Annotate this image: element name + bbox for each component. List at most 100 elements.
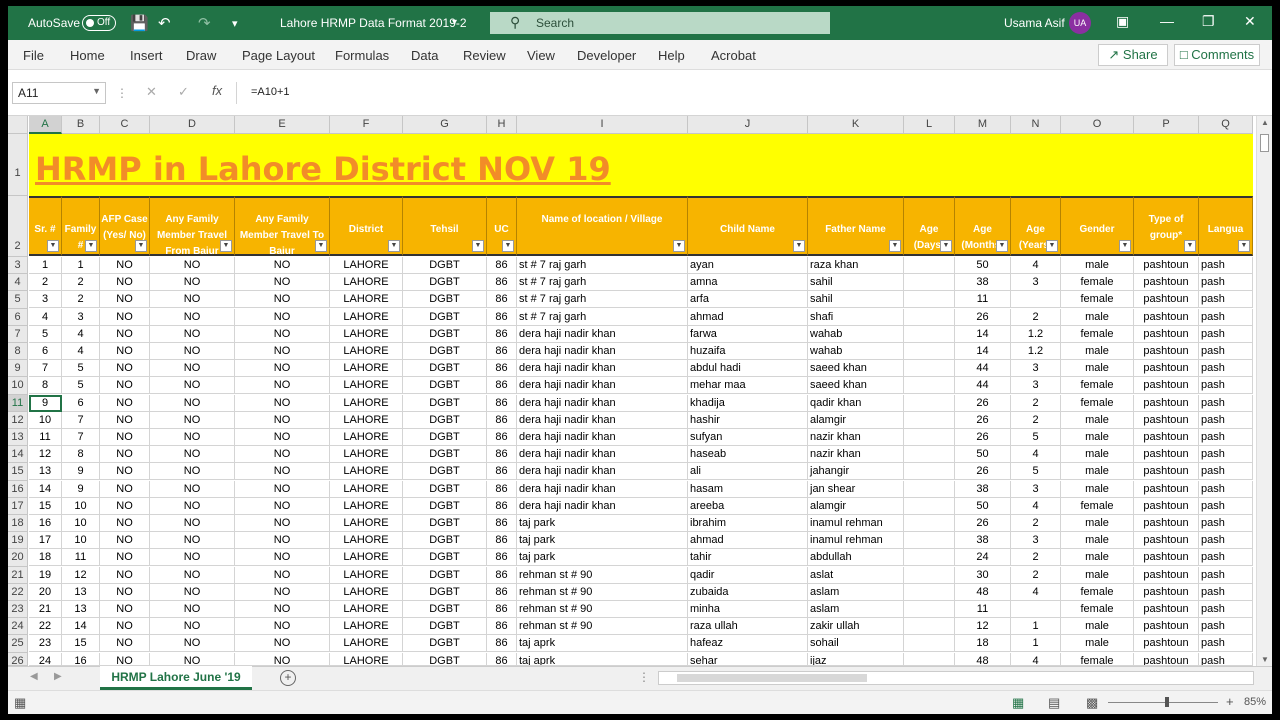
table-cell[interactable]: pash	[1199, 394, 1253, 412]
column-header-o[interactable]: O	[1061, 116, 1134, 134]
table-cell[interactable]: pashtoun	[1134, 515, 1199, 532]
table-cell[interactable]: 9	[62, 480, 100, 498]
table-cell[interactable]: 3	[62, 308, 100, 326]
table-cell[interactable]: 50	[955, 446, 1011, 464]
table-cell[interactable]: taj park	[517, 532, 688, 550]
row-header-16[interactable]: 16	[8, 480, 28, 498]
table-cell[interactable]: NO	[235, 429, 330, 446]
table-cell[interactable]: male	[1061, 515, 1134, 532]
table-cell[interactable]: khadija	[688, 394, 808, 412]
table-cell[interactable]: areeba	[688, 497, 808, 515]
add-sheet-icon[interactable]: +	[280, 670, 296, 686]
table-cell[interactable]: male	[1061, 429, 1134, 446]
normal-view-icon[interactable]: ▦	[1012, 695, 1024, 711]
table-cell[interactable]	[904, 480, 955, 498]
table-cell[interactable]	[904, 532, 955, 550]
column-header-c[interactable]: C	[100, 116, 150, 134]
table-cell[interactable]: NO	[150, 377, 235, 395]
table-cell[interactable]: LAHORE	[330, 497, 403, 515]
table-cell[interactable]: ibrahim	[688, 515, 808, 532]
table-cell[interactable]: 15	[29, 497, 62, 515]
table-cell[interactable]: pash	[1199, 566, 1253, 584]
row-header-8[interactable]: 8	[8, 343, 28, 361]
table-cell[interactable]: DGBT	[403, 308, 487, 326]
table-cell[interactable]: LAHORE	[330, 325, 403, 343]
filter-dropdown-icon[interactable]: ▼	[220, 240, 232, 252]
table-cell[interactable]: NO	[150, 635, 235, 653]
table-cell[interactable]: 86	[487, 291, 517, 309]
table-cell[interactable]: NO	[100, 652, 150, 666]
table-cell[interactable]: DGBT	[403, 291, 487, 309]
table-cell[interactable]: NO	[150, 360, 235, 378]
column-header-i[interactable]: I	[517, 116, 688, 134]
table-cell[interactable]: NO	[150, 429, 235, 446]
row-header-26[interactable]: 26	[8, 652, 28, 667]
table-cell[interactable]: pashtoun	[1134, 635, 1199, 653]
table-cell[interactable]: NO	[235, 274, 330, 292]
table-cell[interactable]: NO	[150, 601, 235, 618]
table-cell[interactable]: pash	[1199, 635, 1253, 653]
table-cell[interactable]: 48	[955, 583, 1011, 601]
table-cell[interactable]: ali	[688, 463, 808, 481]
table-cell[interactable]: sohail	[808, 635, 904, 653]
table-cell[interactable]: pashtoun	[1134, 325, 1199, 343]
formula-input[interactable]: =A10+1	[236, 82, 1270, 104]
table-cell[interactable]: pashtoun	[1134, 583, 1199, 601]
table-cell[interactable]: inamul rehman	[808, 532, 904, 550]
table-cell[interactable]: 10	[29, 411, 62, 429]
table-cell[interactable]: NO	[150, 566, 235, 584]
table-cell[interactable]: rehman st # 90	[517, 618, 688, 636]
table-cell[interactable]: 6	[29, 343, 62, 360]
tab-developer[interactable]: Developer	[577, 48, 636, 63]
table-cell[interactable]: farwa	[688, 325, 808, 343]
zoom-level[interactable]: 85%	[1244, 696, 1266, 708]
table-cell[interactable]: pash	[1199, 618, 1253, 636]
table-cell[interactable]: pash	[1199, 446, 1253, 464]
table-cell[interactable]: jan shear	[808, 480, 904, 498]
table-cell[interactable]: 13	[29, 463, 62, 481]
table-cell[interactable]: female	[1061, 377, 1134, 395]
row-header-15[interactable]: 15	[8, 463, 28, 481]
table-cell[interactable]: 15	[62, 635, 100, 653]
table-cell[interactable]: 4	[1011, 446, 1061, 464]
table-cell[interactable]: NO	[150, 291, 235, 309]
table-cell[interactable]: NO	[235, 257, 330, 274]
table-cell[interactable]: LAHORE	[330, 343, 403, 360]
table-cell[interactable]: 8	[29, 377, 62, 395]
table-cell[interactable]: huzaifa	[688, 343, 808, 360]
table-cell[interactable]: aslat	[808, 566, 904, 584]
table-cell[interactable]: dera haji nadir khan	[517, 497, 688, 515]
table-cell[interactable]: 2	[1011, 549, 1061, 567]
page-break-view-icon[interactable]: ▩	[1086, 695, 1098, 711]
row-header-6[interactable]: 6	[8, 308, 28, 326]
table-cell[interactable]: NO	[150, 583, 235, 601]
table-cell[interactable]: pashtoun	[1134, 652, 1199, 666]
table-cell[interactable]: hafeaz	[688, 635, 808, 653]
table-cell[interactable]: rehman st # 90	[517, 583, 688, 601]
tab-page-layout[interactable]: Page Layout	[242, 48, 315, 63]
column-header-h[interactable]: H	[487, 116, 517, 134]
table-cell[interactable]: NO	[100, 360, 150, 378]
table-cell[interactable]	[904, 635, 955, 653]
table-cell[interactable]: pash	[1199, 308, 1253, 326]
share-button[interactable]: ↗ Share	[1098, 44, 1168, 66]
table-cell[interactable]: dera haji nadir khan	[517, 394, 688, 412]
table-cell[interactable]: hasam	[688, 480, 808, 498]
table-cell[interactable]: NO	[235, 446, 330, 464]
table-cell[interactable]: 50	[955, 257, 1011, 274]
table-cell[interactable]: NO	[235, 308, 330, 326]
table-cell[interactable]: dera haji nadir khan	[517, 411, 688, 429]
table-cell[interactable]: 13	[62, 583, 100, 601]
table-cell[interactable]: NO	[235, 325, 330, 343]
table-cell[interactable]: pashtoun	[1134, 618, 1199, 636]
row-header-3[interactable]: 3	[8, 257, 28, 275]
filter-dropdown-icon[interactable]: ▼	[940, 240, 952, 252]
filter-dropdown-icon[interactable]: ▼	[1238, 240, 1250, 252]
table-cell[interactable]: NO	[150, 480, 235, 498]
table-cell[interactable]: 2	[29, 274, 62, 292]
table-cell[interactable]: male	[1061, 463, 1134, 481]
filter-dropdown-icon[interactable]: ▼	[793, 240, 805, 252]
table-cell[interactable]: LAHORE	[330, 635, 403, 653]
table-cell[interactable]: 10	[62, 515, 100, 532]
page-layout-view-icon[interactable]: ▤	[1048, 695, 1060, 711]
